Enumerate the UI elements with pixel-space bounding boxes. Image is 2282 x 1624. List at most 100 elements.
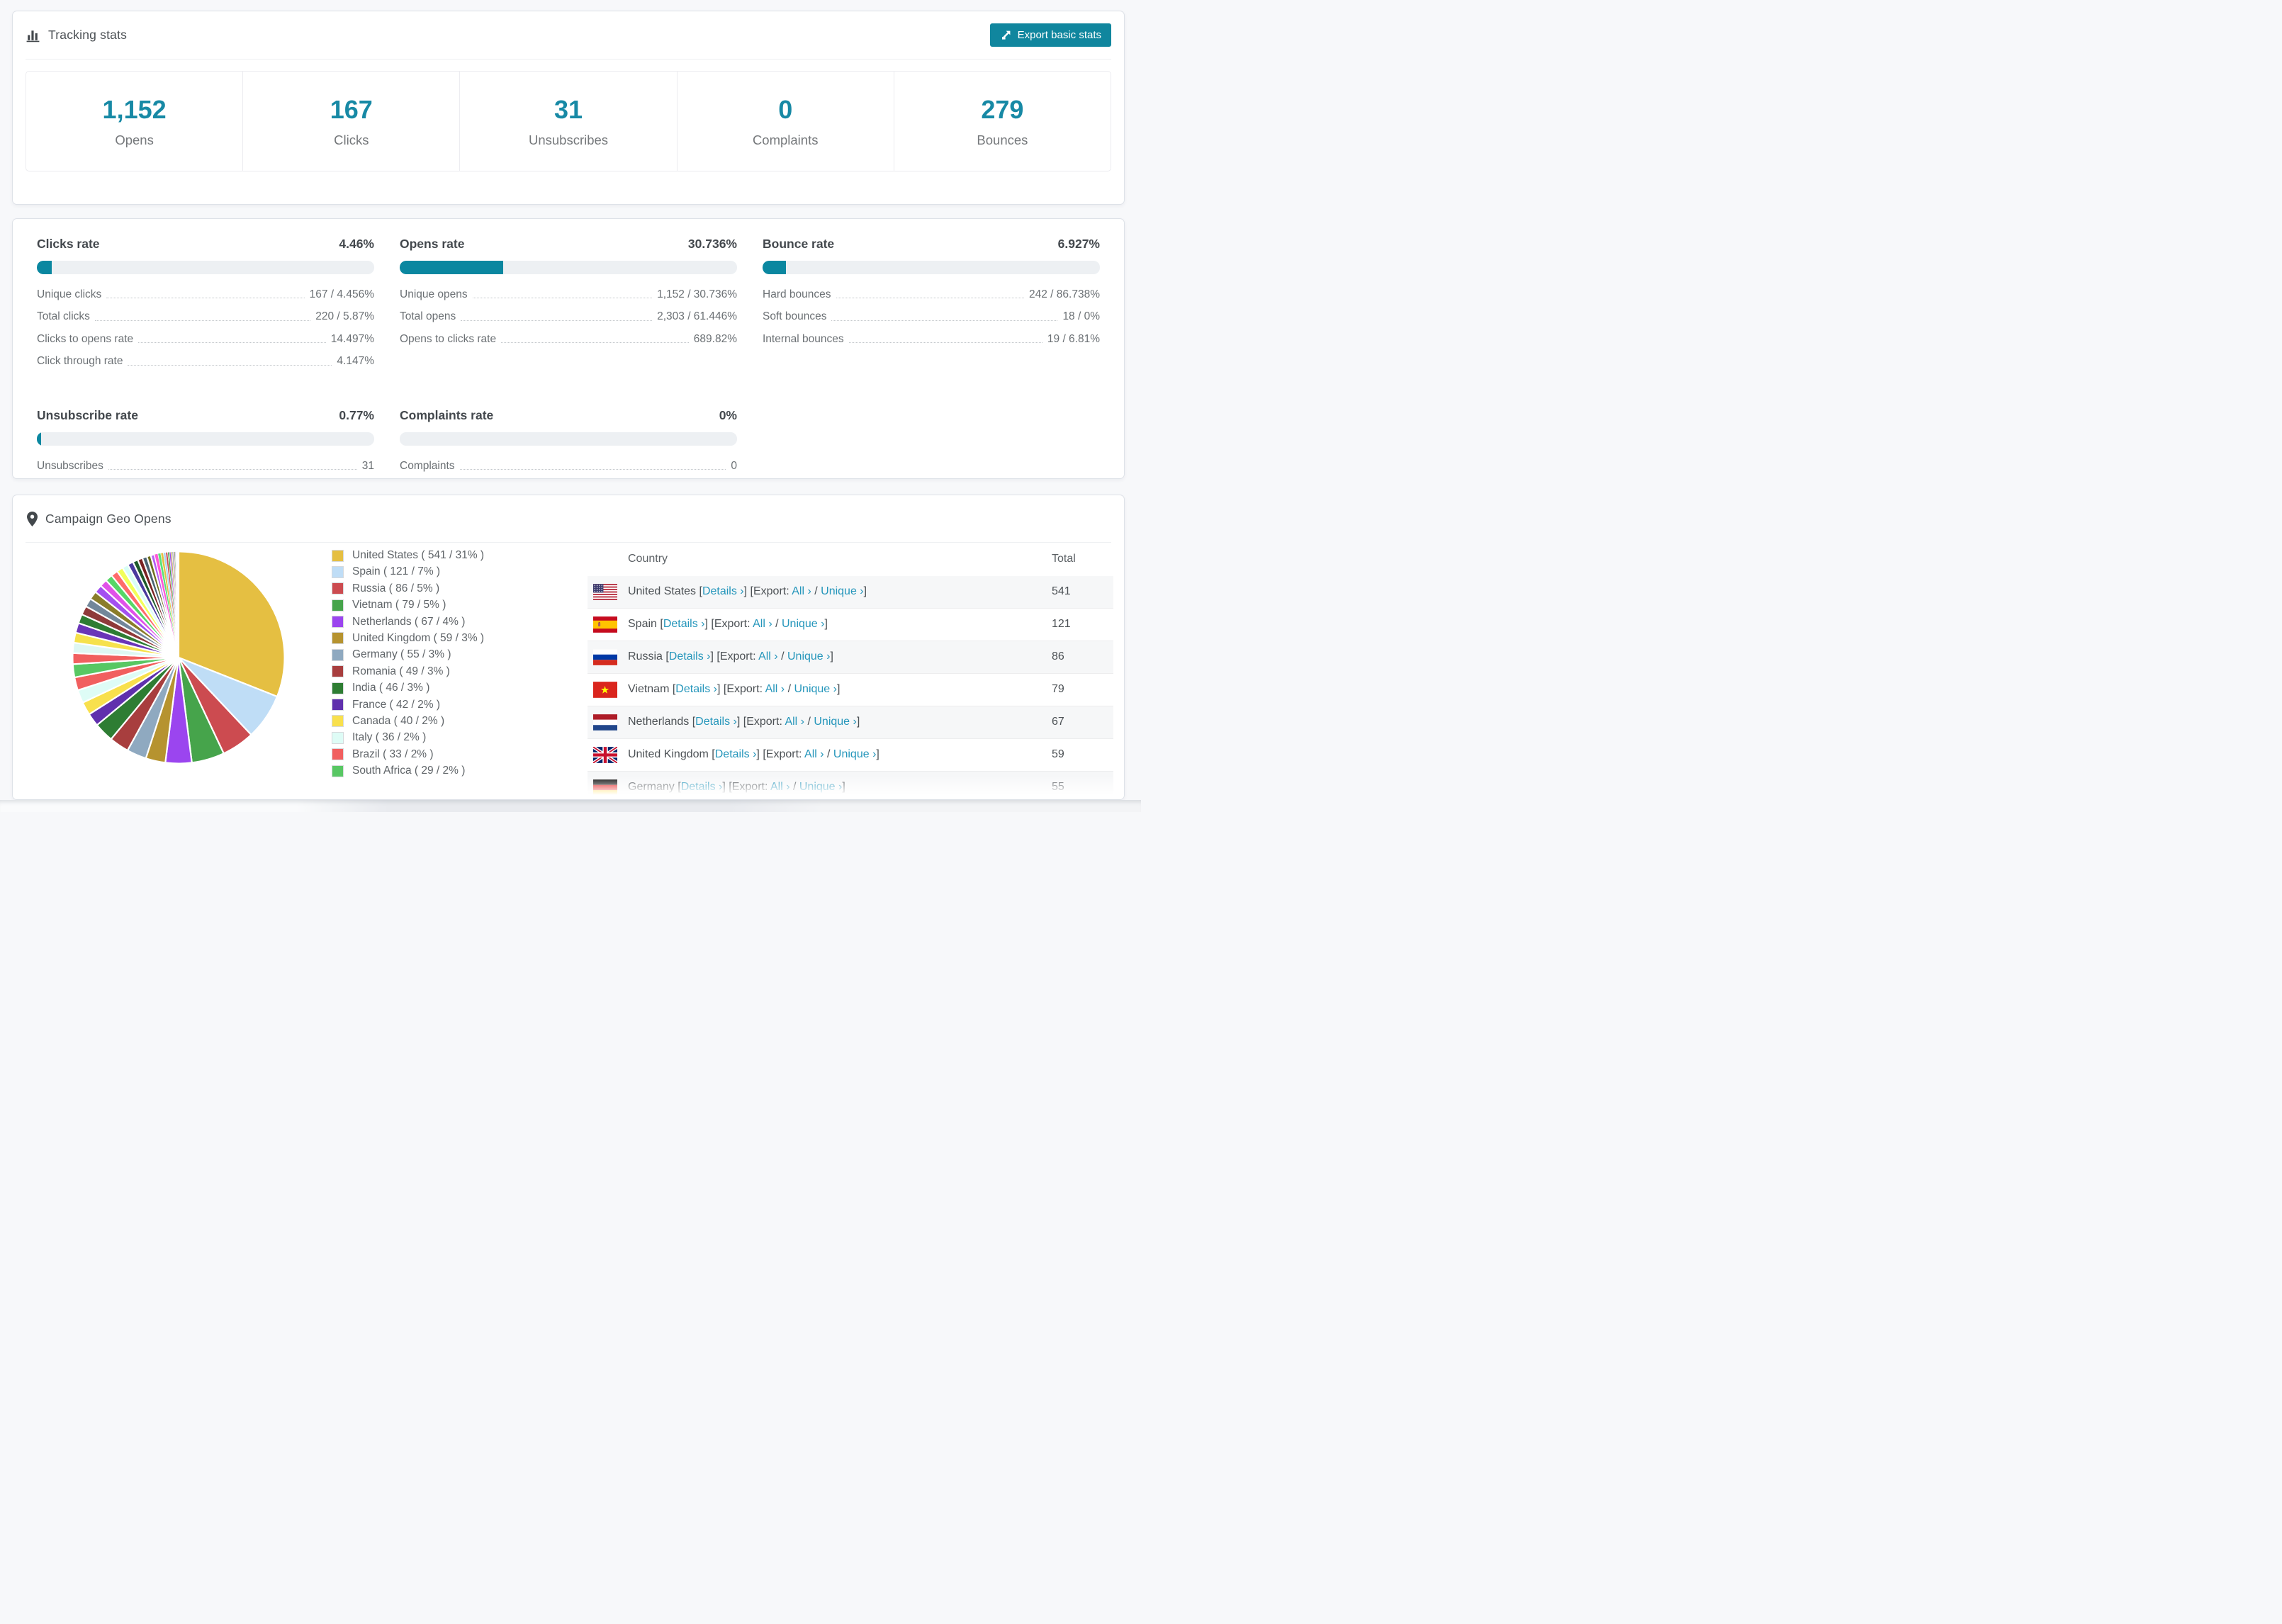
legend-item[interactable]: India ( 46 / 3% ) [332,682,484,694]
legend-label: Brazil ( 33 / 2% ) [352,748,434,760]
details-link[interactable]: Details › [695,716,737,728]
progress-bar-fill [37,432,41,446]
legend-swatch [332,682,344,694]
legend-swatch [332,632,344,645]
es-flag-icon [593,616,617,633]
rates-grid-bottom: Unsubscribe rate 0.77% Unsubscribes 31 Compl… [37,408,1100,481]
rate-row-label: Clicks to opens rate [37,332,134,345]
rate-rows: Hard bounces 242 / 86.738% Soft bounces 18 … [763,288,1100,346]
rate-row: Clicks to opens rate 14.497% [37,332,374,346]
rate-head: Opens rate 30.736% [400,237,737,252]
export-unique-link[interactable]: Unique › [787,650,830,662]
export-all-link[interactable]: All › [770,781,790,793]
legend-item[interactable]: France ( 42 / 2% ) [332,699,484,711]
total-cell: 59 [1052,748,1064,760]
rate-rows: Complaints 0 [400,459,737,473]
export-unique-link[interactable]: Unique › [794,683,836,695]
ru-flag-icon [593,649,617,665]
export-label: Export: [714,618,753,630]
legend-item[interactable]: Spain ( 121 / 7% ) [332,565,484,578]
rate-value: 0.77% [339,407,374,422]
rate-row-label: Click through rate [37,355,123,368]
vn-flag-icon [593,682,617,698]
details-link[interactable]: Details › [702,585,744,597]
rate-row-label: Hard bounces [763,288,831,300]
export-all-link[interactable]: All › [785,716,804,728]
rate-row: Total opens 2,303 / 61.446% [400,310,737,323]
stat-value: 1,152 [102,94,167,124]
legend-item[interactable]: Romania ( 49 / 3% ) [332,665,484,678]
legend-swatch [332,765,344,777]
dotted-leader [138,342,326,344]
legend-item[interactable]: Brazil ( 33 / 2% ) [332,748,484,761]
total-cell: 121 [1052,618,1071,630]
legend-item[interactable]: Canada ( 40 / 2% ) [332,715,484,728]
stat-label: Opens [115,132,154,147]
rate-row: Soft bounces 18 / 0% [763,310,1100,323]
rate-head: Bounce rate 6.927% [763,237,1100,252]
legend-label: Canada ( 40 / 2% ) [352,714,445,727]
geo-opens-title: Campaign Geo Opens [45,511,172,526]
export-all-link[interactable]: All › [758,650,778,662]
rate-row: Click through rate 4.147% [37,354,374,368]
stat-label: Clicks [334,132,369,147]
export-button-label: Export basic stats [1017,29,1101,41]
legend-swatch [332,699,344,711]
legend-swatch [332,715,344,728]
export-all-link[interactable]: All › [792,585,811,597]
legend-label: South Africa ( 29 / 2% ) [352,765,466,777]
dotted-leader [461,320,653,321]
legend-swatch [332,748,344,761]
export-unique-link[interactable]: Unique › [833,748,876,760]
rate-head: Clicks rate 4.46% [37,237,374,252]
export-basic-stats-button[interactable]: Export basic stats [989,23,1111,47]
rate-block-bounce-rate: Bounce rate 6.927% Hard bounces 242 / 86.73… [763,237,1100,377]
export-all-link[interactable]: All › [765,683,785,695]
stat-unsubscribes: 31 Unsubscribes [459,72,676,171]
legend-item[interactable]: United Kingdom ( 59 / 3% ) [332,632,484,645]
rate-row-label: Internal bounces [763,332,844,345]
country-name: Germany [628,781,675,793]
details-link[interactable]: Details › [663,618,705,630]
details-link[interactable]: Details › [675,683,717,695]
export-all-link[interactable]: All › [753,618,772,630]
stat-bounces: 279 Bounces [893,72,1111,171]
details-link[interactable]: Details › [669,650,711,662]
details-link[interactable]: Details › [681,781,723,793]
rate-title: Bounce rate [763,237,835,251]
legend-item[interactable]: United States ( 541 / 31% ) [332,549,484,562]
bar-chart-icon [26,28,40,43]
legend-item[interactable]: Russia ( 86 / 5% ) [332,582,484,595]
rate-row-value: 242 / 86.738% [1029,288,1100,300]
export-unique-link[interactable]: Unique › [814,716,856,728]
campaign-geo-opens-card: Campaign Geo Opens United States ( 541 /… [12,495,1125,800]
export-unique-link[interactable]: Unique › [799,781,842,793]
legend-item[interactable]: Germany ( 55 / 3% ) [332,648,484,661]
rate-row: Total clicks 220 / 5.87% [37,310,374,323]
export-label: Export: [731,781,770,793]
country-name: Vietnam [628,683,670,695]
legend-item[interactable]: Vietnam ( 79 / 5% ) [332,599,484,611]
geo-opens-legend: United States ( 541 / 31% ) Spain ( 121 /… [332,549,484,781]
header-divider [26,59,1111,60]
export-unique-link[interactable]: Unique › [782,618,824,630]
legend-item[interactable]: Netherlands ( 67 / 4% ) [332,616,484,628]
rate-row-value: 2,303 / 61.446% [657,310,737,323]
dotted-leader [459,468,726,470]
legend-swatch [332,549,344,562]
rate-row-label: Unique clicks [37,288,102,300]
country-cell: United States [Details ›] [Export: All ›… [628,585,867,597]
export-unique-link[interactable]: Unique › [821,585,863,597]
rate-title: Clicks rate [37,237,100,251]
progress-bar-fill [37,261,52,274]
legend-item[interactable]: South Africa ( 29 / 2% ) [332,765,484,777]
details-link[interactable]: Details › [715,748,757,760]
export-all-link[interactable]: All › [804,748,824,760]
rate-row: Unique opens 1,152 / 30.736% [400,288,737,301]
rate-row-value: 689.82% [693,332,737,345]
geo-opens-pie-chart[interactable] [68,547,289,768]
legend-item[interactable]: Italy ( 36 / 2% ) [332,731,484,744]
rate-row-label: Total opens [400,310,456,323]
legend-swatch [332,582,344,595]
rate-row-label: Unique opens [400,288,468,300]
